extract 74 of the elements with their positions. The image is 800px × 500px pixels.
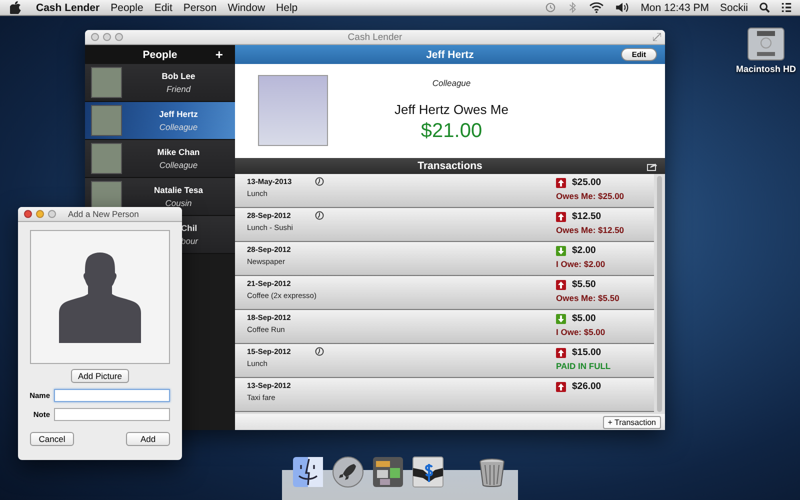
contact-row[interactable]: Mike Chan Colleague bbox=[85, 140, 235, 178]
transaction-status: I Owe: $5.00 bbox=[556, 327, 606, 337]
transaction-status: Owes Me: $5.50 bbox=[556, 293, 620, 303]
sidebar-title: People bbox=[142, 48, 178, 60]
drive-label[interactable]: Macintosh HD bbox=[736, 64, 796, 74]
share-icon[interactable] bbox=[647, 162, 657, 170]
cancel-button[interactable]: Cancel bbox=[30, 432, 74, 446]
clock-history-icon[interactable] bbox=[544, 2, 556, 13]
add-picture-button[interactable]: Add Picture bbox=[71, 369, 129, 383]
list-icon[interactable] bbox=[781, 2, 792, 13]
transaction-status: Owes Me: $12.50 bbox=[556, 225, 626, 235]
photo-placeholder bbox=[91, 67, 122, 98]
transaction-amount: $25.00 bbox=[572, 177, 602, 188]
rocket-icon[interactable] bbox=[332, 456, 364, 488]
menu-item[interactable]: People bbox=[110, 2, 144, 14]
menu-item[interactable]: Person bbox=[183, 2, 217, 14]
transaction-amount: $5.50 bbox=[572, 279, 596, 290]
person-name: Jeff Hertz bbox=[159, 109, 198, 119]
transaction-amount: $2.00 bbox=[572, 245, 596, 256]
volume-icon[interactable] bbox=[614, 2, 630, 13]
photo-placeholder bbox=[91, 105, 122, 136]
photo-placeholder bbox=[91, 143, 122, 174]
menu-item[interactable]: Edit bbox=[154, 2, 172, 14]
user-name[interactable]: Sockii bbox=[720, 2, 748, 14]
add-person-button[interactable]: + bbox=[215, 47, 223, 62]
person-name: Mike Chan bbox=[157, 147, 200, 157]
section-title: Transactions bbox=[418, 160, 482, 172]
up-arrow-icon bbox=[556, 280, 566, 290]
scrollbar[interactable] bbox=[657, 176, 662, 412]
transaction-amount: $12.50 bbox=[572, 211, 602, 222]
up-arrow-icon bbox=[556, 348, 566, 358]
note-input-field[interactable] bbox=[54, 408, 170, 421]
up-arrow-icon bbox=[556, 178, 566, 188]
down-arrow-icon bbox=[556, 314, 566, 324]
apple-logo-icon[interactable] bbox=[10, 1, 21, 14]
person-note: Colleague bbox=[159, 160, 198, 170]
balance-summary: Jeff Hertz Owes Me bbox=[394, 102, 508, 116]
contact-row[interactable]: Jeff Hertz Colleague bbox=[85, 102, 235, 140]
person-name: Bob Lee bbox=[162, 71, 196, 81]
person-name: Natalie Tesa bbox=[154, 185, 203, 195]
add-transaction-button[interactable]: + Transaction bbox=[602, 416, 661, 428]
clock-text[interactable]: Mon 12:43 PM bbox=[640, 2, 709, 14]
wifi-icon[interactable] bbox=[588, 2, 604, 13]
window-title: Cash Lender bbox=[346, 32, 404, 42]
minimize-button[interactable] bbox=[36, 210, 44, 218]
add-button[interactable]: Add bbox=[126, 432, 170, 446]
photo-stack-icon[interactable] bbox=[372, 456, 404, 488]
menu-item[interactable]: Help bbox=[276, 2, 298, 14]
transaction-status: PAID IN FULL bbox=[556, 361, 612, 371]
person-note: Colleague bbox=[432, 78, 471, 88]
person-note: Cousin bbox=[165, 198, 192, 208]
name-input-field[interactable] bbox=[54, 389, 170, 402]
handshake-icon[interactable] bbox=[412, 456, 444, 488]
person-note: Colleague bbox=[159, 122, 198, 132]
transaction-status: I Owe: $2.00 bbox=[556, 259, 606, 269]
menu-item[interactable]: Window bbox=[228, 2, 266, 14]
search-icon[interactable] bbox=[759, 2, 770, 13]
person-name: Chil bbox=[181, 223, 198, 233]
up-arrow-icon bbox=[556, 212, 566, 222]
balance-amount: $21.00 bbox=[420, 120, 482, 142]
down-arrow-icon bbox=[556, 246, 566, 256]
transaction-amount: $26.00 bbox=[572, 381, 602, 392]
close-button[interactable] bbox=[24, 210, 32, 218]
person-title: Jeff Hertz bbox=[426, 48, 474, 60]
picture-well[interactable] bbox=[30, 230, 170, 364]
app-menu[interactable]: Cash Lender bbox=[36, 2, 100, 14]
up-arrow-icon bbox=[556, 382, 566, 392]
photo-placeholder bbox=[258, 74, 328, 146]
smiling-face-icon[interactable] bbox=[292, 456, 324, 488]
transaction-amount: $15.00 bbox=[572, 347, 602, 358]
person-note: Friend bbox=[166, 84, 191, 94]
transaction-status: Owes Me: $25.00 bbox=[556, 191, 626, 201]
contact-row[interactable]: Bob Lee Friend bbox=[85, 64, 235, 102]
transaction-amount: $5.00 bbox=[572, 313, 596, 324]
